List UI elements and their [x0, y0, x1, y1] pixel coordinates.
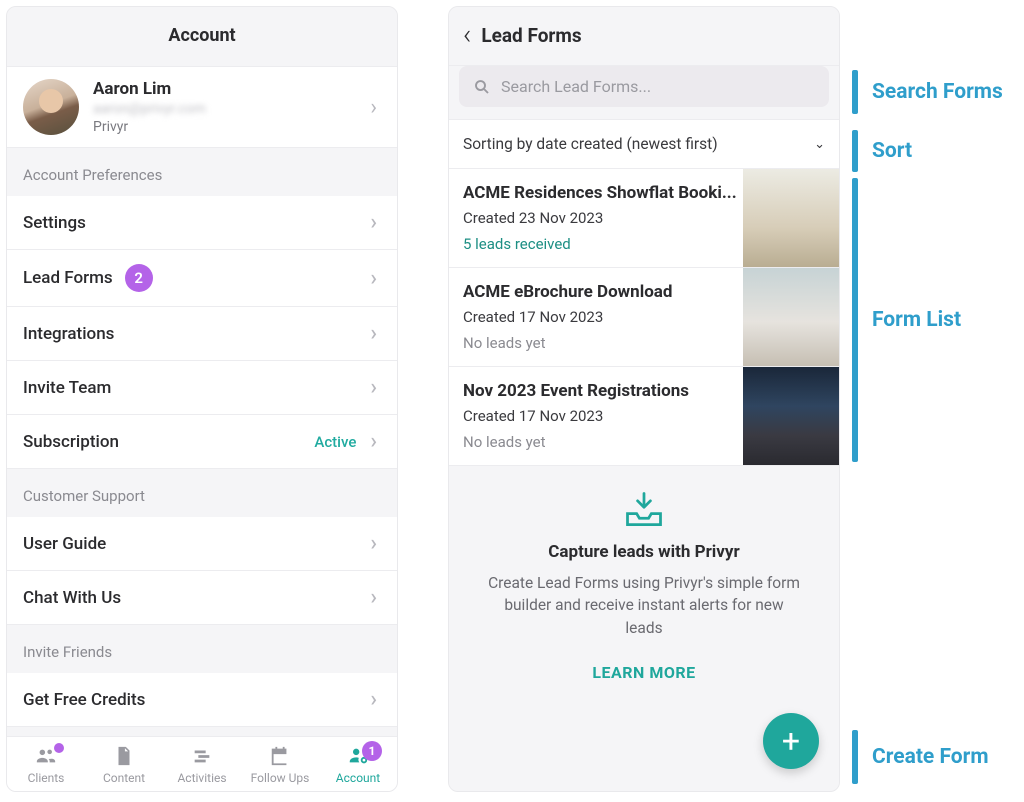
- row-label: Get Free Credits: [23, 690, 145, 710]
- row-chat[interactable]: Chat With Us ›: [7, 571, 397, 625]
- form-list-item[interactable]: ACME Residences Showflat Booki... Create…: [449, 169, 839, 268]
- profile-org: Privyr: [93, 119, 366, 135]
- form-created: Created 23 Nov 2023: [463, 209, 739, 227]
- search-input[interactable]: Search Lead Forms...: [459, 66, 829, 107]
- chevron-right-icon: ›: [366, 266, 381, 291]
- row-label: Lead Forms: [23, 268, 113, 288]
- tab-label: Activities: [177, 771, 226, 785]
- chevron-right-icon: ›: [366, 687, 381, 712]
- chevron-right-icon: ›: [366, 429, 381, 454]
- row-lead-forms[interactable]: Lead Forms 2 ›: [7, 250, 397, 307]
- inbox-download-icon: [622, 490, 666, 530]
- form-list-item[interactable]: ACME eBrochure Download Created 17 Nov 2…: [449, 268, 839, 367]
- form-leads: No leads yet: [463, 433, 739, 451]
- form-thumbnail: [743, 169, 839, 267]
- sort-label: Sorting by date created (newest first): [463, 135, 718, 153]
- row-label: Subscription: [23, 432, 119, 452]
- tabbar: Clients Content Activities Follow Ups 1 …: [7, 736, 397, 791]
- plus-icon: +: [782, 725, 800, 757]
- chevron-right-icon: ›: [366, 531, 381, 556]
- section-label-invite: Invite Friends: [7, 625, 397, 673]
- tab-activities[interactable]: Activities: [166, 745, 238, 785]
- profile-name: Aaron Lim: [93, 79, 366, 99]
- account-screen: Account Aaron Lim aaron@privyr.com Privy…: [6, 6, 398, 792]
- notification-dot-icon: [54, 743, 64, 753]
- form-leads: 5 leads received: [463, 235, 739, 253]
- chevron-right-icon: ›: [366, 375, 381, 400]
- row-subscription[interactable]: Subscription Active ›: [7, 415, 397, 469]
- row-label: User Guide: [23, 534, 106, 554]
- tab-followups[interactable]: Follow Ups: [244, 745, 316, 785]
- chevron-right-icon: ›: [366, 95, 381, 120]
- tab-account[interactable]: 1 Account: [322, 745, 394, 785]
- row-invite-team[interactable]: Invite Team ›: [7, 361, 397, 415]
- form-title: ACME Residences Showflat Booki...: [463, 183, 739, 203]
- badge-lead-forms: 2: [125, 264, 153, 292]
- profile-row[interactable]: Aaron Lim aaron@privyr.com Privyr ›: [7, 67, 397, 148]
- promo-desc: Create Lead Forms using Privyr's simple …: [484, 572, 804, 639]
- tab-label: Content: [103, 771, 145, 785]
- annotation-sort: Sort: [852, 130, 912, 172]
- row-free-credits[interactable]: Get Free Credits ›: [7, 673, 397, 727]
- tab-label: Account: [336, 771, 380, 785]
- search-icon: [473, 78, 491, 96]
- row-integrations[interactable]: Integrations ›: [7, 307, 397, 361]
- section-label-support: Customer Support: [7, 469, 397, 517]
- badge-account: 1: [362, 741, 382, 761]
- form-thumbnail: [743, 268, 839, 366]
- chevron-right-icon: ›: [366, 321, 381, 346]
- section-label-preferences: Account Preferences: [7, 148, 397, 196]
- tab-label: Clients: [28, 771, 65, 785]
- tab-clients[interactable]: Clients: [10, 745, 82, 785]
- row-label: Invite Team: [23, 378, 111, 398]
- profile-info: Aaron Lim aaron@privyr.com Privyr: [93, 79, 366, 135]
- row-settings[interactable]: Settings ›: [7, 196, 397, 250]
- form-leads: No leads yet: [463, 334, 739, 352]
- row-user-guide[interactable]: User Guide ›: [7, 517, 397, 571]
- avatar: [23, 79, 79, 135]
- chevron-down-icon: ⌄: [814, 137, 825, 152]
- annotation-search: Search Forms: [852, 70, 1003, 114]
- row-label: Integrations: [23, 324, 114, 344]
- sort-row[interactable]: Sorting by date created (newest first) ⌄: [449, 119, 839, 169]
- create-form-fab[interactable]: +: [763, 713, 819, 769]
- row-label: Settings: [23, 213, 86, 233]
- list-icon: [191, 745, 213, 767]
- tab-content[interactable]: Content: [88, 745, 160, 785]
- search-placeholder: Search Lead Forms...: [501, 77, 651, 96]
- document-icon: [113, 745, 135, 767]
- chevron-right-icon: ›: [366, 210, 381, 235]
- tab-label: Follow Ups: [251, 771, 310, 785]
- form-created: Created 17 Nov 2023: [463, 308, 739, 326]
- annotation-list: Form List: [852, 178, 961, 462]
- header-title: Account: [7, 7, 397, 67]
- form-title: Nov 2023 Event Registrations: [463, 381, 739, 401]
- lead-forms-screen: ‹ Lead Forms Search Lead Forms... Sortin…: [448, 6, 840, 792]
- learn-more-link[interactable]: LEARN MORE: [592, 663, 695, 682]
- form-title: ACME eBrochure Download: [463, 282, 739, 302]
- annotation-create: Create Form: [852, 730, 989, 784]
- profile-email: aaron@privyr.com: [93, 101, 366, 117]
- promo-title: Capture leads with Privyr: [548, 542, 739, 562]
- back-icon[interactable]: ‹: [463, 21, 471, 49]
- form-thumbnail: [743, 367, 839, 465]
- form-list-item[interactable]: Nov 2023 Event Registrations Created 17 …: [449, 367, 839, 466]
- calendar-icon: [269, 745, 291, 767]
- header-title: Lead Forms: [481, 24, 581, 47]
- header: ‹ Lead Forms: [449, 7, 839, 66]
- promo-card: Capture leads with Privyr Create Lead Fo…: [449, 466, 839, 791]
- form-created: Created 17 Nov 2023: [463, 407, 739, 425]
- subscription-status: Active: [314, 433, 356, 451]
- row-label: Chat With Us: [23, 588, 121, 608]
- chevron-right-icon: ›: [366, 585, 381, 610]
